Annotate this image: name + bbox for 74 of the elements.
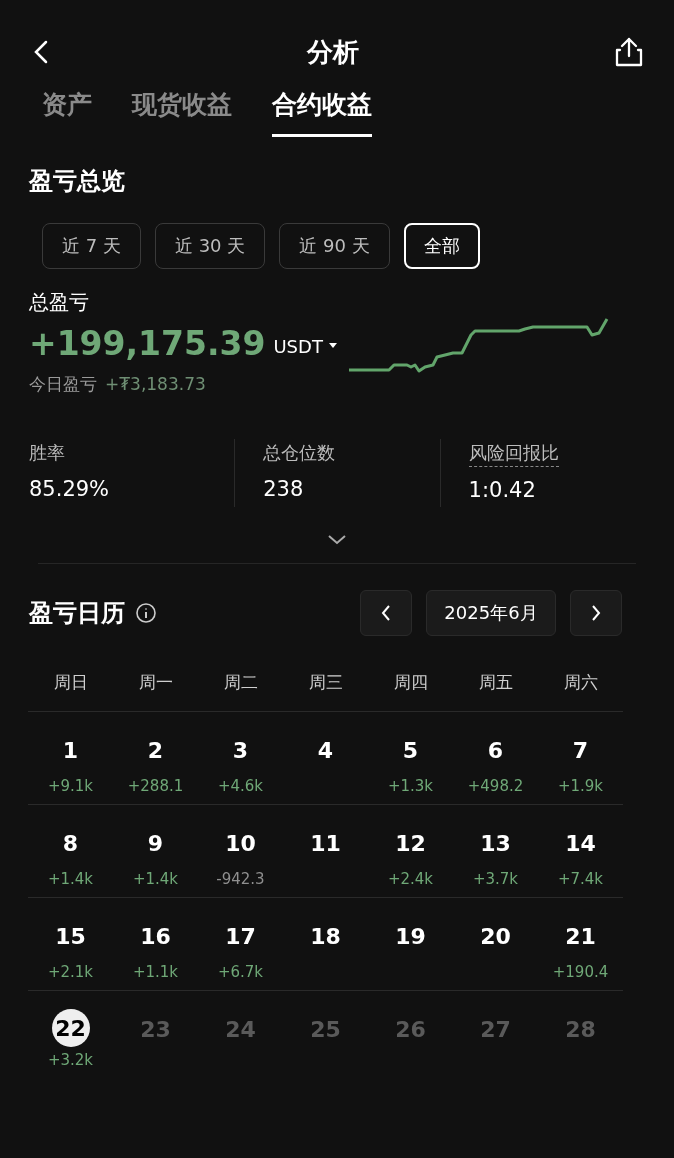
weekday-label: 周一 — [138, 670, 173, 694]
day-pnl: +190.4 — [552, 962, 609, 983]
section-title: 盈亏总览 — [28, 165, 126, 197]
day-number[interactable]: 2 — [147, 734, 164, 767]
day-number[interactable]: 9 — [147, 827, 164, 860]
day-number[interactable]: 21 — [565, 920, 596, 953]
day-number[interactable]: 20 — [480, 920, 511, 953]
day-number[interactable]: 5 — [402, 734, 419, 767]
day-pnl: +1.9k — [557, 776, 604, 797]
stat-label: 风险回报比 — [468, 439, 559, 467]
day-number[interactable]: 3 — [232, 734, 249, 767]
expand-chevron-icon[interactable] — [328, 534, 346, 545]
day-number[interactable]: 6 — [487, 734, 504, 767]
day-pnl: +2.4k — [387, 869, 434, 890]
today-pnl: +₮3,183.73 — [105, 372, 206, 396]
tab[interactable]: 资产 — [42, 86, 92, 137]
day-number[interactable]: 19 — [395, 920, 426, 953]
day-number[interactable]: 7 — [572, 734, 589, 767]
stat-value: 1:0.42 — [468, 477, 537, 504]
day-number[interactable]: 11 — [310, 827, 341, 860]
tab[interactable]: 现货收益 — [132, 86, 232, 137]
today-label: 今日盈亏 — [29, 372, 97, 396]
share-icon[interactable] — [614, 36, 644, 68]
stat-value: 238 — [263, 476, 305, 503]
day-number[interactable]: 18 — [310, 920, 341, 953]
day-number[interactable]: 12 — [395, 827, 426, 860]
day-number[interactable]: 15 — [55, 920, 86, 953]
day-number[interactable]: 13 — [480, 827, 511, 860]
day-number[interactable]: 8 — [62, 827, 79, 860]
weekday-label: 周日 — [53, 670, 88, 694]
caret-icon — [328, 343, 337, 349]
day-pnl: +1.4k — [47, 869, 94, 890]
day-pnl: +3.2k — [47, 1050, 94, 1071]
total-pnl: +199,175.39 — [29, 326, 266, 360]
stat-label: 胜率 — [29, 441, 65, 465]
range-chip[interactable]: 全部 — [403, 222, 480, 269]
day-pnl: -942.3 — [216, 869, 265, 890]
month-selector[interactable]: 2025年6月 — [426, 589, 556, 636]
stat-value: 85.29% — [29, 476, 111, 503]
weekday-label: 周五 — [478, 670, 513, 694]
total-label: 总盈亏 — [29, 288, 90, 316]
tab[interactable]: 合约收益 — [272, 86, 372, 137]
day-pnl: +3.7k — [472, 869, 519, 890]
range-chip[interactable]: 近 90 天 — [279, 222, 390, 269]
weekday-label: 周六 — [563, 670, 598, 694]
day-pnl: +2.1k — [47, 962, 94, 983]
weekday-label: 周四 — [393, 670, 428, 694]
day-pnl: +1.1k — [132, 962, 179, 983]
day-number[interactable]: 14 — [565, 827, 596, 860]
chevron-left-icon — [381, 604, 391, 621]
today-marker[interactable]: 22 — [51, 1009, 90, 1047]
day-pnl: +9.1k — [47, 776, 94, 797]
day-number[interactable]: 16 — [140, 920, 171, 953]
weekday-label: 周二 — [223, 670, 258, 694]
day-number[interactable]: 4 — [317, 734, 334, 767]
day-pnl: +1.3k — [387, 776, 434, 797]
page-title: 分析 — [307, 35, 359, 69]
day-pnl: +7.4k — [557, 869, 604, 890]
range-chip[interactable]: 近 7 天 — [42, 222, 141, 269]
range-chip[interactable]: 近 30 天 — [154, 222, 266, 269]
day-pnl: +1.4k — [132, 869, 179, 890]
currency-dropdown[interactable]: USDT — [273, 332, 337, 360]
weekday-label: 周三 — [308, 670, 343, 694]
day-pnl: +4.6k — [217, 776, 264, 797]
day-number[interactable]: 10 — [225, 827, 256, 860]
day-pnl: +288.1 — [127, 776, 184, 797]
section-title: 盈亏日历 — [29, 597, 125, 629]
day-pnl: +6.7k — [217, 962, 264, 983]
chevron-right-icon — [591, 604, 601, 621]
stat-label: 总仓位数 — [263, 441, 336, 465]
day-pnl: +498.2 — [467, 776, 524, 797]
day-number[interactable]: 17 — [225, 920, 256, 953]
info-icon[interactable] — [135, 601, 157, 624]
day-number[interactable]: 1 — [62, 734, 79, 767]
